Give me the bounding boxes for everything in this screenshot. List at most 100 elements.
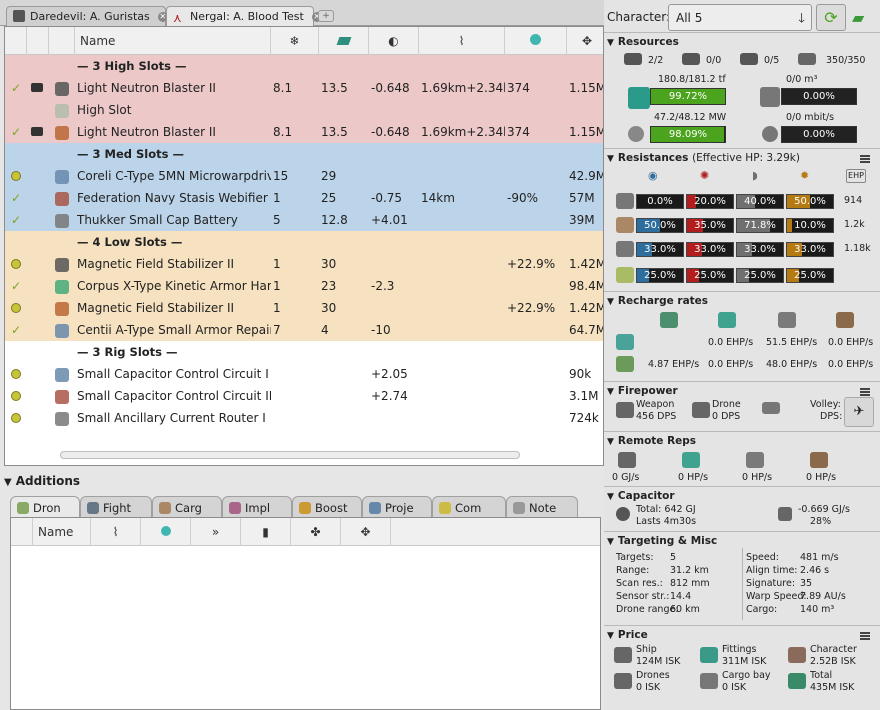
speed-icon[interactable]: » xyxy=(191,518,241,546)
reload-icon xyxy=(616,334,634,350)
targeting-header[interactable]: ▼ Targeting & Misc xyxy=(607,535,717,547)
resist-value: 40.0% xyxy=(744,196,776,207)
stat-value: 14.4 xyxy=(670,591,692,602)
online-check-icon[interactable]: ✓ xyxy=(11,319,21,341)
module-price: 1.42M xyxy=(569,301,604,315)
module-row[interactable]: ✓ Light Neutron Blaster II 8.1 13.5 -0.648 1.… xyxy=(5,77,604,99)
additions-tab-com[interactable]: Com xyxy=(432,496,506,518)
remote-reps-header[interactable]: ▼ Remote Reps xyxy=(607,435,696,447)
active-state-icon[interactable] xyxy=(11,385,21,408)
module-row[interactable]: ✓ Centii A-Type Small Armor Repairer 7 4 -10… xyxy=(5,319,603,341)
module-cpu: 1 xyxy=(273,301,281,315)
stat-label: Signature: xyxy=(746,578,796,589)
capacitor-header[interactable]: ▼ Capacitor xyxy=(607,490,675,502)
type-column[interactable] xyxy=(27,27,49,55)
additions-title: Additions xyxy=(15,474,81,488)
resistances-header[interactable]: ▼ Resistances (Effective HP: 3.29k) xyxy=(607,152,800,164)
drones-icon xyxy=(614,673,632,689)
module-range: 1.69km+2.34km xyxy=(421,81,505,95)
slot-section-label: — 3 Med Slots — xyxy=(77,147,184,161)
price-header[interactable]: ▼ Price xyxy=(607,629,648,641)
capacitor-total: Total: 642 GJ xyxy=(636,504,696,515)
tab-daredevil[interactable]: Daredevil: A. Guristas ✕ xyxy=(6,6,168,26)
module-row[interactable]: Magnetic Field Stabilizer II 1 30 +22.9% 1.4… xyxy=(5,253,603,276)
online-check-icon[interactable]: ✓ xyxy=(11,275,21,297)
online-check-icon[interactable]: ✓ xyxy=(11,187,21,209)
additions-tab-proje[interactable]: Proje xyxy=(362,496,432,518)
energy-transfer-icon xyxy=(618,452,636,468)
drone-bay-icon xyxy=(760,87,780,107)
module-row[interactable]: Small Capacitor Control Circuit I +2.05 90… xyxy=(5,363,603,386)
collapse-arrow-icon[interactable]: ▼ xyxy=(4,477,12,488)
remote-hull-icon xyxy=(810,452,828,468)
module-row[interactable]: ✓ Light Neutron Blaster II 8.1 13.5 -0.648 1.… xyxy=(5,121,603,143)
menu-icon[interactable] xyxy=(860,155,870,163)
new-tab-button[interactable]: + xyxy=(318,10,334,22)
module-row[interactable]: Small Capacitor Control Circuit II +2.74 3… xyxy=(5,385,603,408)
tab-label: Boost xyxy=(315,501,348,515)
state-column[interactable] xyxy=(5,27,27,55)
recharge-header[interactable]: ▼ Recharge rates xyxy=(607,295,708,307)
character-editor-button[interactable]: ▰ xyxy=(852,8,872,28)
additions-tab-note[interactable]: Note xyxy=(506,496,578,518)
refresh-button[interactable]: ⟳ xyxy=(816,4,846,31)
module-row[interactable]: Small Ancillary Current Router I 724k xyxy=(5,407,603,430)
active-state-icon[interactable] xyxy=(11,297,21,320)
tracking-icon[interactable] xyxy=(505,27,567,55)
module-name: Thukker Small Cap Battery xyxy=(77,213,238,227)
menu-icon[interactable] xyxy=(860,632,870,640)
turret-icon xyxy=(624,53,642,65)
state-column[interactable] xyxy=(11,518,33,546)
additions-header[interactable]: ▼ Additions xyxy=(0,474,604,492)
firepower-header[interactable]: ▼ Firepower xyxy=(607,385,678,397)
online-check-icon[interactable]: ✓ xyxy=(11,77,21,99)
active-state-icon[interactable] xyxy=(11,407,21,430)
cpu-icon[interactable]: ❄ xyxy=(271,27,319,55)
menu-icon[interactable] xyxy=(860,388,870,396)
additions-tab-impl[interactable]: Impl xyxy=(222,496,292,518)
module-row[interactable]: Magnetic Field Stabilizer II 1 30 +22.9% 1.4… xyxy=(5,297,604,320)
horizontal-scrollbar[interactable] xyxy=(60,451,520,459)
bandwidth-icon[interactable]: ⌇ xyxy=(91,518,141,546)
resist-fill xyxy=(787,219,792,232)
price-value: 124M ISK xyxy=(636,656,681,667)
module-pg: 13.5 xyxy=(321,81,348,95)
character-select[interactable]: All 5 🡓 xyxy=(668,4,812,31)
module-row[interactable]: Coreli C-Type 5MN Microwarpdrive 15 29 42.9… xyxy=(5,165,603,188)
tab-nergal[interactable]: ⋏ Nergal: A. Blood Test ✕ xyxy=(166,6,322,27)
name-column-header[interactable]: Name xyxy=(33,518,91,546)
online-check-icon[interactable]: ✓ xyxy=(11,121,21,143)
price-icon[interactable]: ✥ xyxy=(567,27,603,55)
additions-tab-fight[interactable]: Fight xyxy=(80,496,152,518)
capacitor-icon[interactable]: ◐ xyxy=(369,27,419,55)
tracking-icon[interactable] xyxy=(141,518,191,546)
damage-icon[interactable]: ✤ xyxy=(291,518,341,546)
additions-tab-dron[interactable]: Dron xyxy=(10,496,80,518)
icon-column[interactable] xyxy=(49,27,75,55)
additions-tab-carg[interactable]: Carg xyxy=(152,496,222,518)
active-state-icon[interactable] xyxy=(11,165,21,188)
module-cpu: 1 xyxy=(273,257,281,271)
resist-value: 33.0% xyxy=(694,244,726,255)
active-state-icon[interactable] xyxy=(11,253,21,276)
online-check-icon[interactable]: ✓ xyxy=(11,209,21,231)
tab-label: Impl xyxy=(245,501,271,515)
active-state-icon[interactable] xyxy=(11,363,21,386)
module-row[interactable]: ✓ Thukker Small Cap Battery 5 12.8 +4.01 39M xyxy=(5,209,603,231)
em-icon: ◉ xyxy=(648,169,658,182)
resources-header[interactable]: ▼ Resources xyxy=(607,36,679,48)
additions-tab-boost[interactable]: Boost xyxy=(292,496,362,518)
module-row[interactable]: ✓ Federation Navy Stasis Webifier 1 25 -0.75… xyxy=(5,187,603,209)
range-icon[interactable]: ⌇ xyxy=(419,27,505,55)
power-icon[interactable] xyxy=(319,27,369,55)
module-cap: +4.01 xyxy=(371,213,408,227)
module-pg: 12.8 xyxy=(321,213,348,227)
hp-icon[interactable]: ▮ xyxy=(241,518,291,546)
price-icon[interactable]: ✥ xyxy=(341,518,391,546)
module-row[interactable]: High Slot xyxy=(5,99,603,121)
price-label: Drones xyxy=(636,670,670,681)
module-row[interactable]: ✓ Corpus X-Type Kinetic Armor Hardener1 23… xyxy=(5,275,603,297)
damage-pattern-button[interactable]: ✈ xyxy=(844,397,874,427)
name-column-header[interactable]: Name xyxy=(75,27,271,55)
module-price: 1.15M xyxy=(569,81,604,95)
